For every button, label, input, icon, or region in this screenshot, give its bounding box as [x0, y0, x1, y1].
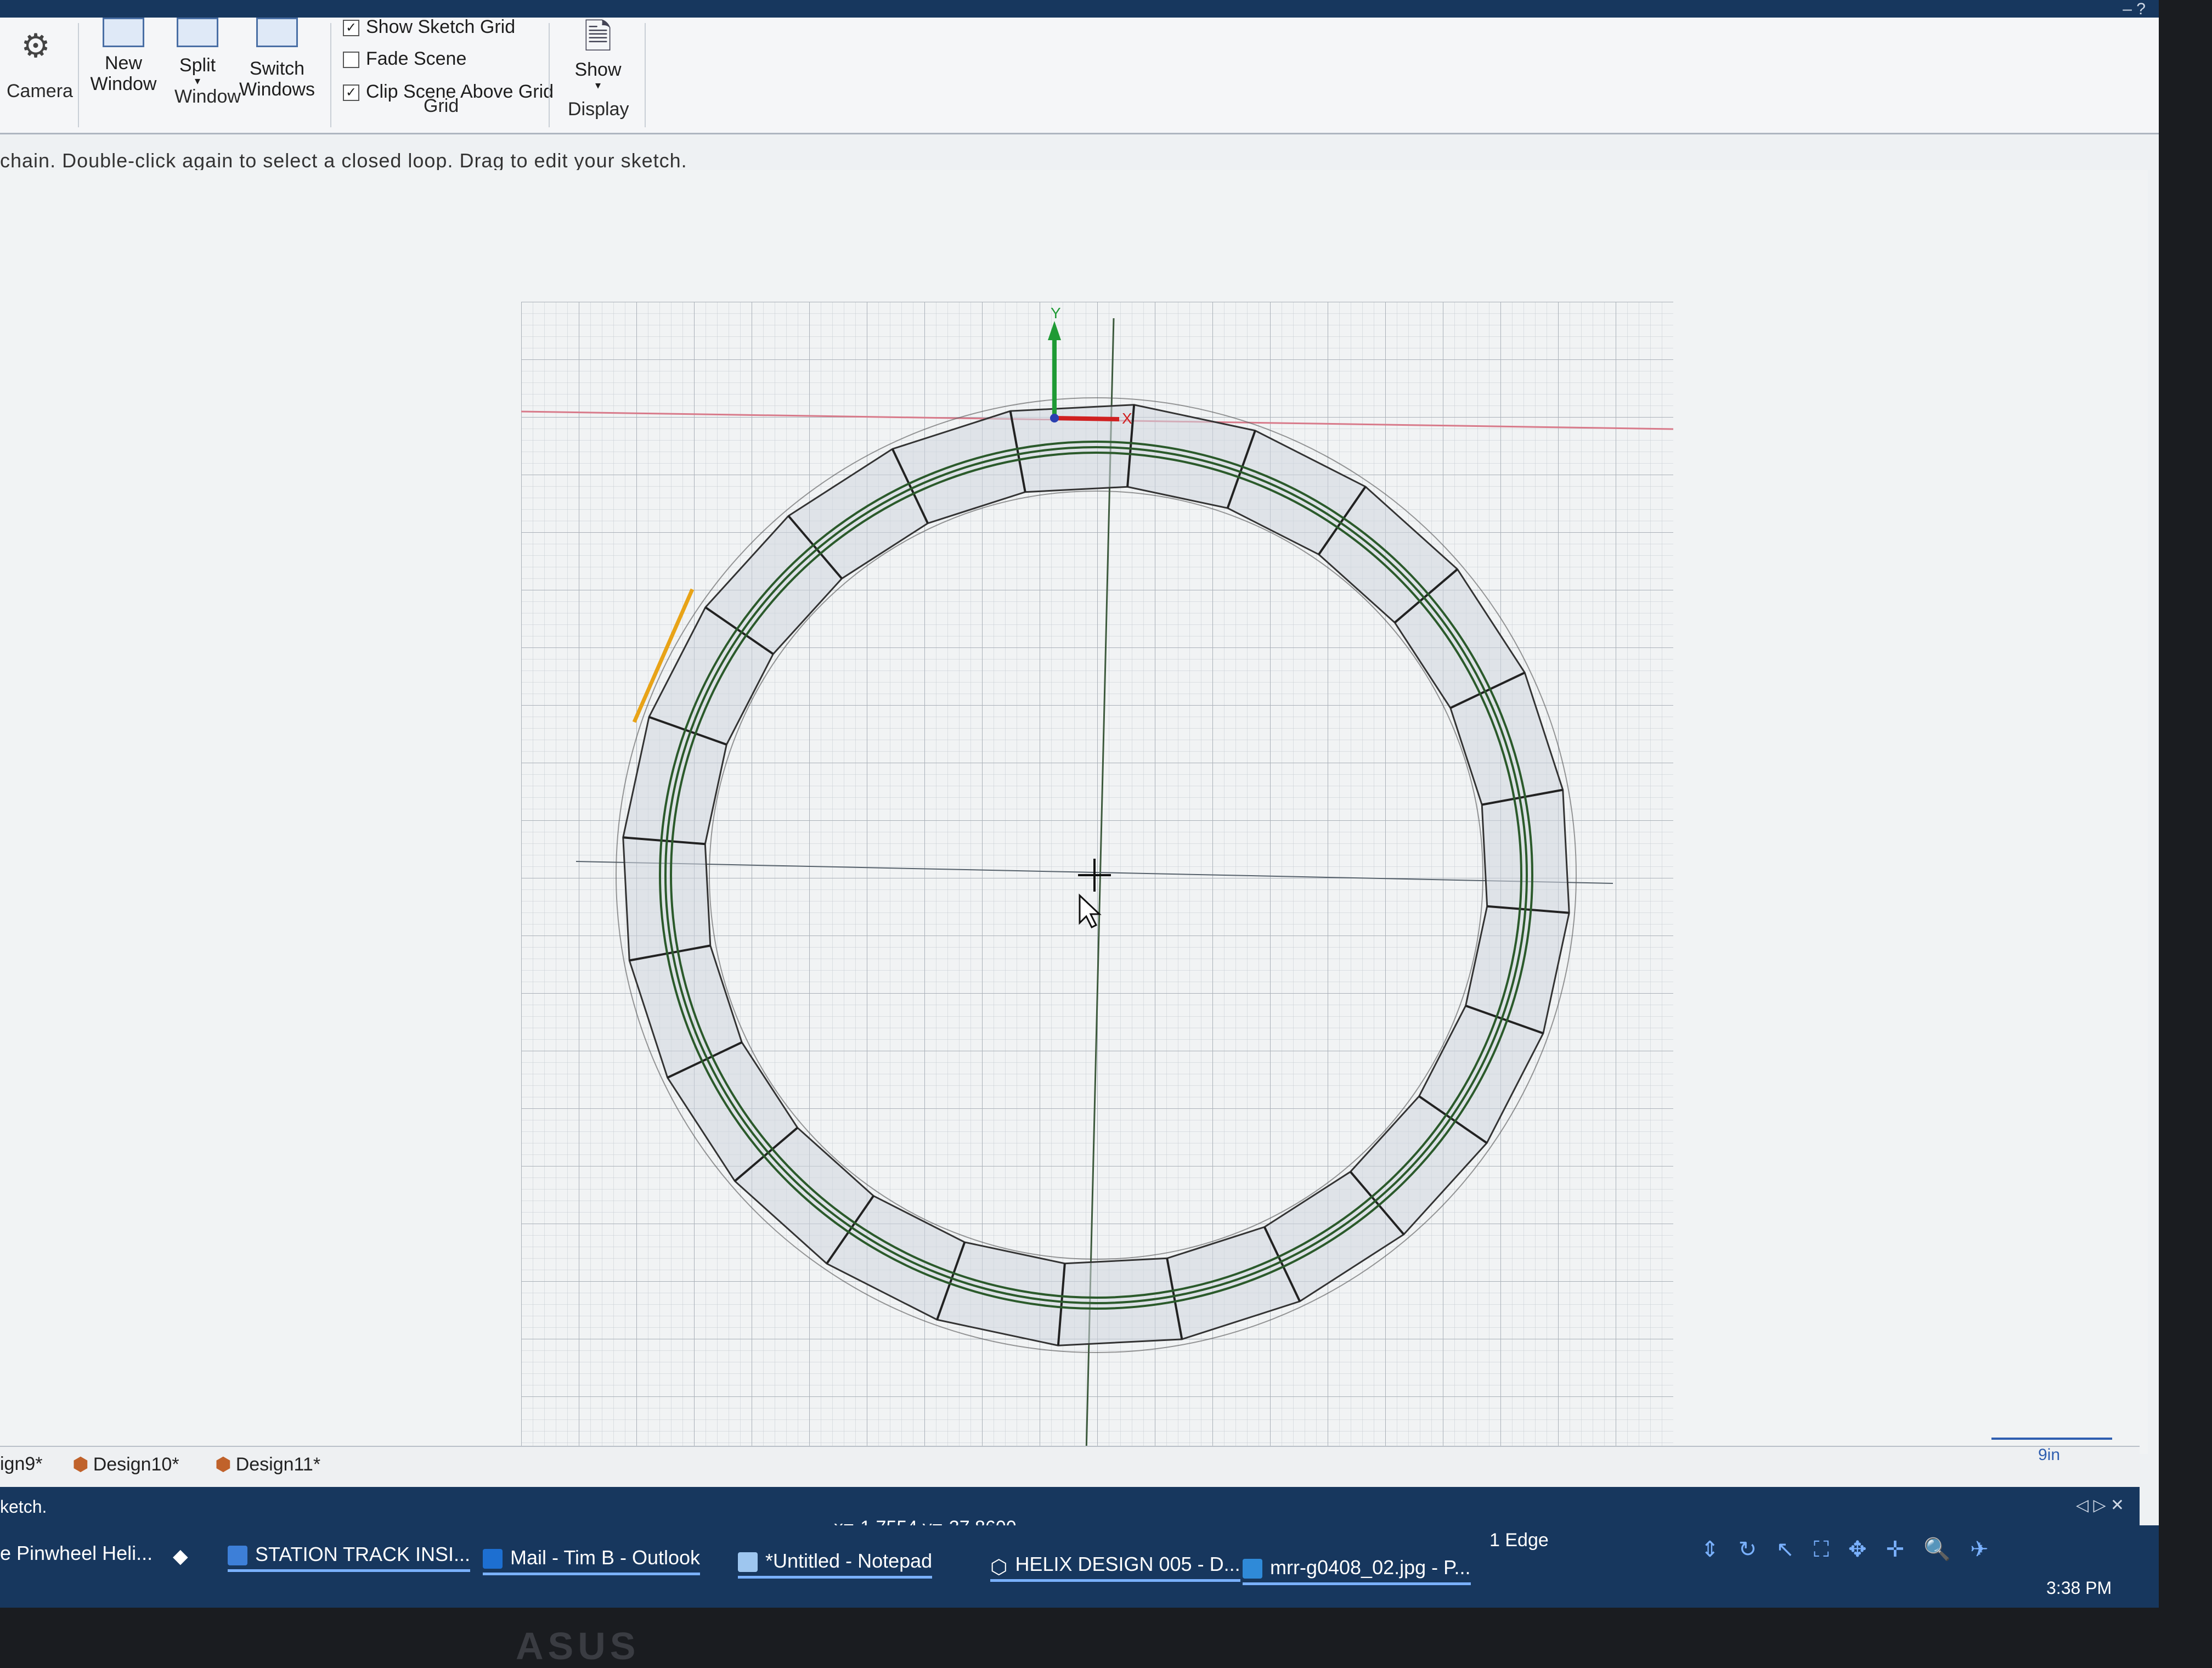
tab-navigation-arrows[interactable]: ◁ ▷ ✕ — [2076, 1496, 2124, 1515]
show-label: Show — [574, 59, 622, 80]
taskbar-item[interactable]: ◆ — [173, 1542, 196, 1568]
taskbar-item-label: e Pinwheel Heli... — [0, 1542, 153, 1564]
y-axis-label: Y — [1051, 305, 1061, 322]
scale-bar — [1991, 1438, 2112, 1440]
separator — [78, 23, 79, 127]
fade-scene-checkbox[interactable]: Fade Scene — [343, 48, 466, 70]
show-sketch-grid-label: Show Sketch Grid — [366, 16, 516, 37]
split-label: Split — [179, 55, 216, 76]
design-icon: ⬢ — [215, 1454, 232, 1475]
show-sketch-grid-checkbox[interactable]: ✓ Show Sketch Grid — [343, 16, 515, 38]
status-message: ketch. — [0, 1497, 47, 1517]
chevron-down-icon: ▾ — [595, 80, 601, 92]
grid-group-label: Grid — [424, 95, 459, 116]
show-button[interactable]: 🗎 Show ▾ — [565, 18, 631, 91]
switch-windows-button[interactable]: Switch Windows — [230, 18, 324, 100]
display-group-label: Display — [568, 99, 629, 120]
window-icon — [103, 18, 144, 47]
origin-point — [1050, 414, 1059, 422]
doc-tab-label: Design10* — [93, 1454, 179, 1475]
taskbar-item-label: mrr-g0408_02.jpg - P... — [1270, 1556, 1471, 1579]
status-bar: ketch. x=-1.7554 y=-37.8600 ◁ ▷ ✕ — [0, 1487, 2140, 1538]
chevron-down-icon: ▾ — [194, 75, 201, 87]
doc-tab[interactable]: ⬢ Design11* — [215, 1453, 320, 1475]
doc-tab[interactable]: ign9* — [0, 1453, 43, 1475]
checkbox-checked-icon: ✓ — [343, 84, 359, 102]
checkbox-checked-icon: ✓ — [343, 20, 359, 37]
doc-tab-label: ign9* — [0, 1453, 43, 1474]
separator — [645, 23, 646, 127]
doc-tab-label: Design11* — [235, 1454, 321, 1475]
ribbon: ⚙ Camera New Window Split ▾ Switch Windo… — [0, 16, 2159, 134]
new-window-label: New Window — [90, 53, 157, 94]
checkbox-unchecked-icon — [343, 52, 359, 69]
title-bar: – ? — [0, 0, 2159, 18]
command-prompt: chain. Double-click again to select a cl… — [0, 149, 687, 172]
taskbar: 1 Edge e Pinwheel Heli... ◆ STATION TRAC… — [0, 1525, 2159, 1608]
taskbar-item[interactable]: e Pinwheel Heli... — [0, 1542, 153, 1565]
app-icon: ◆ — [173, 1545, 188, 1568]
clock: 3:38 PM — [2046, 1578, 2112, 1598]
selection-count: 1 Edge — [1489, 1530, 1549, 1551]
design-icon: ⬢ — [72, 1454, 89, 1475]
scale-label: 9in — [2038, 1446, 2061, 1464]
cube-icon: ⬡ — [990, 1556, 1008, 1579]
window-group-label: Window — [174, 86, 241, 107]
separator — [549, 23, 550, 127]
taskbar-item[interactable]: *Untitled - Notepad — [738, 1549, 933, 1579]
camera-button[interactable]: ⚙ — [11, 29, 60, 64]
split-button[interactable]: Split ▾ — [170, 18, 225, 87]
outlook-icon — [483, 1549, 503, 1569]
app-icon — [228, 1546, 247, 1566]
notepad-icon — [738, 1552, 758, 1573]
switch-windows-icon — [256, 18, 298, 47]
sketch-grid[interactable]: Y X — [521, 302, 1673, 1454]
new-window-button[interactable]: New Window — [85, 18, 162, 94]
taskbar-item[interactable]: Mail - Tim B - Outlook — [483, 1546, 701, 1575]
document-tabs: ign9* ⬢ Design10* ⬢ Design11* — [0, 1446, 2140, 1485]
monitor-logo: ASUS — [516, 1625, 640, 1667]
screen: – ? ⚙ Camera New Window Split ▾ Switch W… — [0, 0, 2159, 1608]
switch-windows-label: Switch Windows — [239, 58, 315, 100]
x-axis-arrow — [1054, 416, 1120, 421]
taskbar-item[interactable]: ⬡ HELIX DESIGN 005 - D... — [990, 1553, 1240, 1582]
x-axis-label: X — [1122, 410, 1132, 427]
taskbar-item[interactable]: STATION TRACK INSI... — [228, 1543, 471, 1572]
gear-icon: ⚙ — [21, 27, 50, 64]
split-icon — [177, 18, 218, 47]
taskbar-item-label: STATION TRACK INSI... — [255, 1543, 471, 1565]
taskbar-item-label: HELIX DESIGN 005 - D... — [1015, 1553, 1240, 1575]
sketch-canvas[interactable]: Y X ◆ ✎ △ ▦ — [0, 170, 2148, 1608]
camera-group-label: Camera — [7, 81, 73, 102]
image-icon — [1243, 1559, 1262, 1579]
separator — [330, 23, 331, 127]
clip-scene-label: Clip Scene Above Grid — [366, 81, 554, 102]
document-icon: 🗎 — [584, 17, 612, 57]
doc-tab[interactable]: ⬢ Design10* — [72, 1453, 179, 1475]
fade-scene-label: Fade Scene — [366, 48, 467, 69]
taskbar-item-label: *Untitled - Notepad — [765, 1549, 933, 1572]
view-navigation-icons[interactable]: ⇕ ↻ ↖ ⛶ ✥ ✛ 🔍 ✈ — [1701, 1536, 1995, 1562]
taskbar-item[interactable]: mrr-g0408_02.jpg - P... — [1243, 1556, 1471, 1585]
taskbar-item-label: Mail - Tim B - Outlook — [510, 1546, 701, 1569]
window-controls[interactable]: – ? — [2123, 0, 2146, 19]
